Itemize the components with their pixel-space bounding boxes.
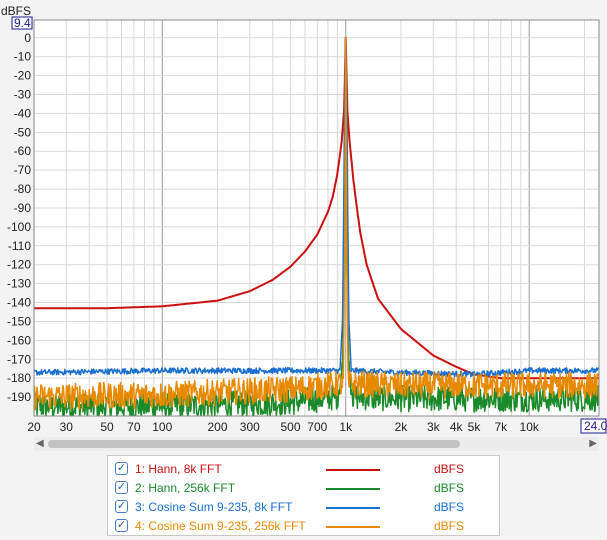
x-tick-label: 20 (27, 420, 41, 434)
legend: ✓ 1: Hann, 8k FFT dBFS ✓ 2: Hann, 256k F… (107, 455, 500, 536)
x-tick-label: 300 (240, 420, 260, 434)
x-tick-label: 4k (450, 420, 464, 434)
x-tick-label: 2k (395, 420, 409, 434)
y-ticks: 0 -10 -20 -30 -40 -50 -60 -70 -80 -90 -100 -110 -120… (7, 31, 31, 404)
series-1-swatch (326, 469, 380, 471)
x-tick-label: 50 (100, 420, 114, 434)
scroll-left-arrow-icon[interactable]: ◀ (36, 438, 44, 449)
y-tick-label: -110 (8, 239, 31, 253)
x-tick-label: 5k (468, 420, 482, 434)
y-tick-label: -40 (14, 106, 32, 120)
checkmark-icon: ✓ (116, 481, 127, 493)
y-tick-label: -130 (7, 277, 31, 291)
x-tick-label: 200 (207, 420, 227, 434)
checkmark-icon: ✓ (116, 500, 127, 512)
x-tick-label: 10k (520, 420, 540, 434)
series-3-name: 3: Cosine Sum 9-235, 8k FFT (135, 500, 293, 514)
scroll-right-arrow-icon[interactable]: ▶ (589, 438, 597, 449)
y-tick-label: -80 (14, 182, 32, 196)
series-2-checkbox[interactable]: ✓ (115, 481, 128, 494)
legend-row-2: ✓ 2: Hann, 256k FFT dBFS (108, 479, 499, 498)
y-tick-label: -100 (7, 220, 31, 234)
y-tick-label: -50 (14, 125, 32, 139)
y-tick-label: -140 (7, 296, 31, 310)
x-tick-label: 700 (307, 420, 327, 434)
x-tick-label: 100 (152, 420, 172, 434)
series-4-unit: dBFS (434, 519, 465, 533)
x-tick-label: 7k (494, 420, 508, 434)
x-tick-label: 1k (339, 420, 353, 434)
series-4-checkbox[interactable]: ✓ (115, 519, 128, 532)
x-ticks: 20 30 50 70 100 200 300 500 700 1k 2k 3k 4k 5k 7k 10k (27, 420, 540, 434)
y-tick-label: -30 (14, 88, 32, 102)
legend-row-4: ✓ 4: Cosine Sum 9-235, 256k FFT dBFS (108, 517, 499, 536)
y-tick-label: -10 (14, 50, 32, 64)
x-tick-label: 3k (427, 420, 441, 434)
legend-row-1: ✓ 1: Hann, 8k FFT dBFS (108, 460, 499, 479)
x-tick-label: 500 (280, 420, 300, 434)
series-2-name: 2: Hann, 256k FFT (135, 481, 236, 495)
x-tick-label: 70 (127, 420, 141, 434)
y-tick-label: -20 (14, 69, 32, 83)
series-3-checkbox[interactable]: ✓ (115, 500, 128, 513)
legend-row-3: ✓ 3: Cosine Sum 9-235, 8k FFT dBFS (108, 498, 499, 517)
x-tick-label: 30 (60, 420, 74, 434)
horizontal-scrollbar[interactable]: ◀ ▶ (34, 437, 599, 451)
y-tick-label: 0 (24, 31, 31, 45)
series-4-swatch (326, 526, 380, 528)
y-max-label: 9.4 (14, 16, 31, 30)
series-2-unit: dBFS (434, 481, 465, 495)
series-3-swatch (326, 507, 380, 509)
scroll-thumb[interactable] (48, 440, 460, 448)
series-2-swatch (326, 488, 380, 490)
y-tick-label: -90 (14, 201, 32, 215)
checkmark-icon: ✓ (116, 462, 127, 474)
plot-area (34, 20, 599, 416)
series-1-name: 1: Hann, 8k FFT (135, 462, 222, 476)
series-3-unit: dBFS (434, 500, 465, 514)
series-4-name: 4: Cosine Sum 9-235, 256k FFT (135, 519, 306, 533)
y-tick-label: -150 (7, 314, 31, 328)
series-1-checkbox[interactable]: ✓ (115, 462, 128, 475)
series-1-unit: dBFS (434, 462, 465, 476)
y-tick-label: -190 (7, 390, 31, 404)
y-tick-label: -60 (14, 144, 32, 158)
y-tick-label: -120 (7, 258, 31, 272)
checkmark-icon: ✓ (116, 519, 127, 531)
x-max-label: 24.0 (584, 419, 607, 433)
y-tick-label: -70 (14, 163, 32, 177)
y-tick-label: -180 (7, 371, 31, 385)
y-tick-label: -160 (7, 333, 31, 347)
y-tick-label: -170 (7, 352, 31, 366)
